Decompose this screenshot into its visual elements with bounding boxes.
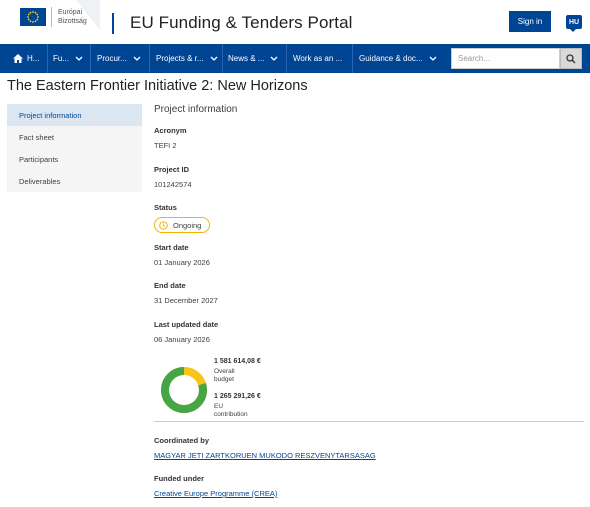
- acronym-label: Acronym: [154, 126, 187, 135]
- nav-item-projects[interactable]: Projects & r...: [151, 44, 223, 73]
- coordinator-link[interactable]: MAGYAR JETI ZARTKORUEN MUKODO RESZVENYTA…: [154, 451, 376, 460]
- last-updated-label: Last updated date: [154, 320, 219, 329]
- sidebar-nav: Project information Fact sheet Participa…: [7, 104, 142, 192]
- project-id-label: Project ID: [154, 165, 190, 174]
- search-button[interactable]: [560, 48, 582, 69]
- eu-contribution-label-line-1: EU: [214, 403, 224, 410]
- acronym-value: TEFI 2: [154, 141, 177, 150]
- last-updated-value: 06 January 2026: [154, 335, 210, 344]
- nav-item-label: News & ...: [228, 54, 265, 63]
- search-icon: [566, 53, 576, 63]
- project-id-value: 101242574: [154, 180, 192, 189]
- overall-budget-amount: 1 581 614,08 €: [214, 358, 261, 365]
- portal-divider: [112, 13, 114, 34]
- nav-item-home[interactable]: H...: [8, 44, 48, 73]
- nav-item-label: Projects & r...: [156, 54, 204, 63]
- funded-under-label: Funded under: [154, 474, 204, 483]
- search-input[interactable]: Search...: [451, 48, 560, 69]
- status-value: Ongoing: [173, 220, 202, 230]
- chevron-down-icon: [210, 56, 218, 61]
- nav-item-funding[interactable]: Fu...: [48, 44, 91, 73]
- overall-budget-label-line-1: Overall: [214, 368, 235, 375]
- chevron-down-icon: [270, 56, 278, 61]
- end-date-label: End date: [154, 281, 186, 290]
- eu-contribution-amount: 1 265 291,26 €: [214, 393, 261, 400]
- eu-contribution-label-line-2: contribution: [214, 411, 248, 418]
- home-icon: [13, 54, 23, 63]
- overall-budget-label: Overall budget: [214, 368, 235, 384]
- nav-item-procurement[interactable]: Procur...: [92, 44, 150, 73]
- status-label: Status: [154, 203, 177, 212]
- overall-budget-label-line-2: budget: [214, 376, 234, 383]
- page-title: The Eastern Frontier Initiative 2: New H…: [7, 78, 308, 94]
- budget-donut-chart: [161, 367, 207, 413]
- status-badge: Ongoing: [154, 217, 210, 233]
- nav-item-label: Fu...: [53, 54, 70, 63]
- nav-item-label: Guidance & doc...: [359, 54, 423, 63]
- portal-title[interactable]: EU Funding & Tenders Portal: [130, 13, 353, 33]
- coordinated-by-label: Coordinated by: [154, 436, 210, 445]
- sidebar-item-participants[interactable]: Participants: [7, 148, 142, 170]
- sidebar-item-project-information[interactable]: Project information: [7, 104, 142, 126]
- programme-link[interactable]: Creative Europe Programme (CREA): [154, 489, 277, 498]
- end-date-value: 31 December 2027: [154, 296, 218, 305]
- section-divider: [154, 421, 584, 422]
- start-date-label: Start date: [154, 243, 189, 252]
- chevron-down-icon: [75, 56, 83, 61]
- eu-contribution-label: EU contribution: [214, 403, 248, 419]
- logo-decoration-icon: [76, 0, 100, 30]
- clock-icon: [159, 220, 168, 230]
- nav-item-work-as-expert[interactable]: Work as an ...: [288, 44, 353, 73]
- chevron-down-icon: [429, 56, 437, 61]
- sidebar-item-deliverables[interactable]: Deliverables: [7, 170, 142, 192]
- nav-item-label: H...: [27, 54, 40, 63]
- nav-item-guidance[interactable]: Guidance & doc...: [354, 44, 445, 73]
- sidebar-item-fact-sheet[interactable]: Fact sheet: [7, 126, 142, 148]
- sign-in-button[interactable]: Sign in: [509, 11, 551, 32]
- site-header: Európai Bizottság EU Funding & Tenders P…: [0, 0, 590, 44]
- nav-item-label: Procur...: [97, 54, 127, 63]
- nav-item-label: Work as an ...: [293, 54, 343, 63]
- chevron-down-icon: [133, 56, 141, 61]
- section-title: Project information: [154, 104, 238, 115]
- nav-item-news[interactable]: News & ...: [223, 44, 287, 73]
- language-selector[interactable]: HU: [566, 15, 582, 32]
- start-date-value: 01 January 2026: [154, 258, 210, 267]
